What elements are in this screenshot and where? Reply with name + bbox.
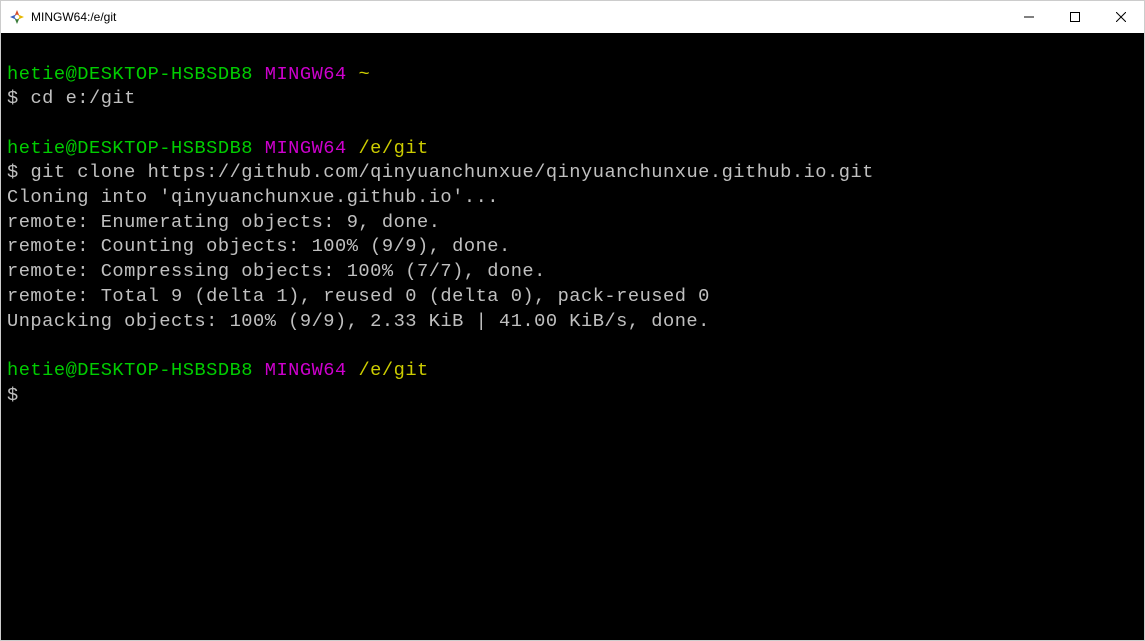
blank-line (7, 333, 1138, 358)
app-icon (9, 9, 25, 25)
minimize-button[interactable] (1006, 1, 1052, 33)
env-label: MINGW64 (265, 63, 347, 85)
cwd-path: ~ (358, 63, 370, 85)
prompt-symbol: $ (7, 161, 19, 183)
prompt-line-2: hetie@DESKTOP-HSBSDB8 MINGW64 /e/git (7, 136, 1138, 161)
blank-line (7, 111, 1138, 136)
close-button[interactable] (1098, 1, 1144, 33)
prompt-line-3: hetie@DESKTOP-HSBSDB8 MINGW64 /e/git (7, 358, 1138, 383)
command-line-1: $ cd e:/git (7, 86, 1138, 111)
output-line: Unpacking objects: 100% (9/9), 2.33 KiB … (7, 309, 1138, 334)
user-host: hetie@DESKTOP-HSBSDB8 (7, 137, 253, 159)
user-host: hetie@DESKTOP-HSBSDB8 (7, 63, 253, 85)
output-line: remote: Enumerating objects: 9, done. (7, 210, 1138, 235)
prompt-line-1: hetie@DESKTOP-HSBSDB8 MINGW64 ~ (7, 62, 1138, 87)
output-line: remote: Counting objects: 100% (9/9), do… (7, 234, 1138, 259)
window-titlebar: MINGW64:/e/git (1, 1, 1144, 33)
window-controls (1006, 1, 1144, 33)
command-text: cd e:/git (30, 87, 135, 109)
command-line-3: $ (7, 383, 1138, 408)
command-text: git clone https://github.com/qinyuanchun… (30, 161, 873, 183)
cwd-path: /e/git (358, 359, 428, 381)
user-host: hetie@DESKTOP-HSBSDB8 (7, 359, 253, 381)
output-line: remote: Total 9 (delta 1), reused 0 (del… (7, 284, 1138, 309)
output-line: remote: Compressing objects: 100% (7/7),… (7, 259, 1138, 284)
output-line: Cloning into 'qinyuanchunxue.github.io'.… (7, 185, 1138, 210)
cwd-path: /e/git (358, 137, 428, 159)
maximize-button[interactable] (1052, 1, 1098, 33)
terminal-area[interactable]: hetie@DESKTOP-HSBSDB8 MINGW64 ~ $ cd e:/… (1, 33, 1144, 640)
window-title: MINGW64:/e/git (31, 10, 116, 24)
command-line-2: $ git clone https://github.com/qinyuanch… (7, 160, 1138, 185)
prompt-symbol: $ (7, 384, 19, 406)
env-label: MINGW64 (265, 137, 347, 159)
prompt-symbol: $ (7, 87, 19, 109)
blank-line (7, 37, 1138, 62)
env-label: MINGW64 (265, 359, 347, 381)
